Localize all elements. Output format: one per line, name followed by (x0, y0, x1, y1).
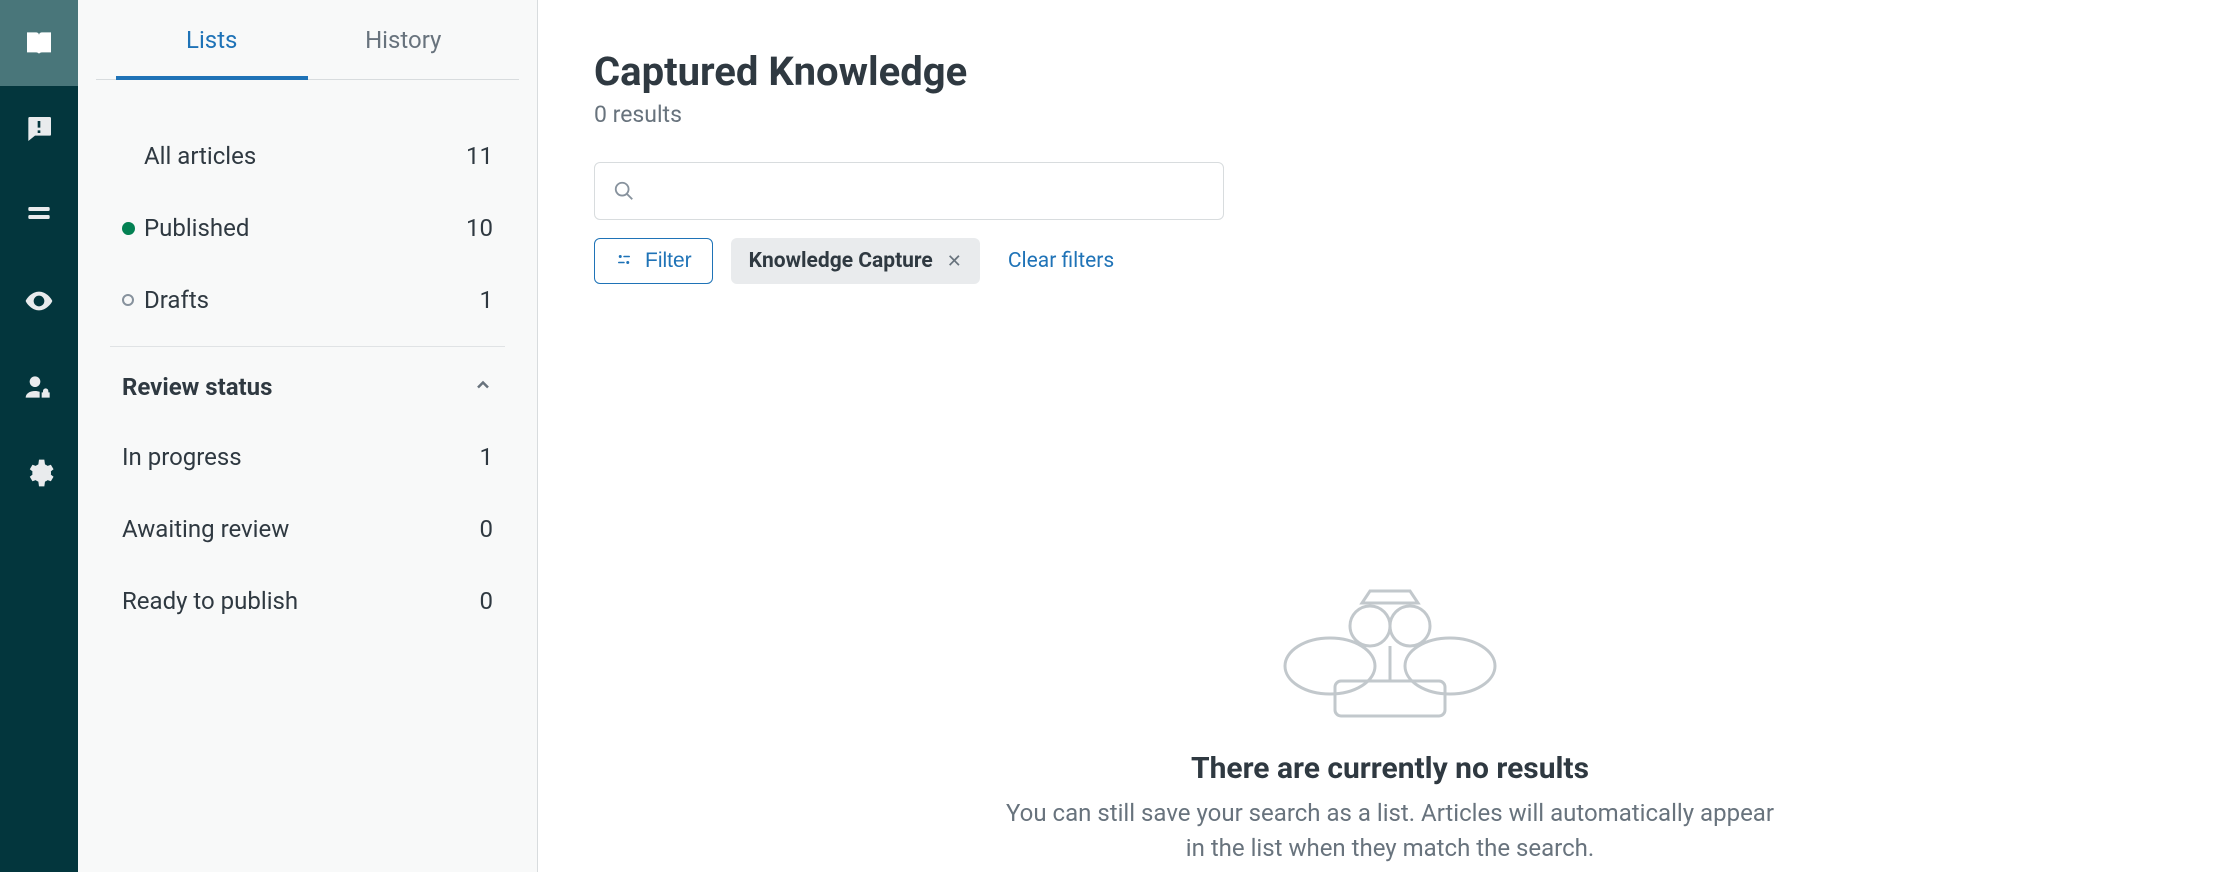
search-box[interactable] (594, 162, 1224, 220)
filter-row: Filter Knowledge Capture ✕ Clear filters (594, 238, 2184, 284)
alert-bubble-icon (23, 113, 55, 145)
rail-item-lists[interactable] (0, 172, 78, 258)
result-count: 0 results (594, 101, 2184, 128)
sidebar-item-label: Drafts (144, 286, 480, 314)
section-header-review[interactable]: Review status (108, 349, 507, 421)
sidebar-item-count: 10 (466, 214, 493, 242)
sidebar-item-all-articles[interactable]: All articles 11 (108, 120, 507, 192)
tab-history[interactable]: History (308, 0, 500, 80)
tab-lists[interactable]: Lists (116, 0, 308, 80)
sidebar-item-count: 0 (480, 515, 494, 543)
sidebar-item-label: All articles (144, 142, 466, 170)
rail-item-alerts[interactable] (0, 86, 78, 172)
status-dot-draft (122, 294, 134, 306)
rail-item-views[interactable] (0, 258, 78, 344)
sidebar-item-count: 1 (480, 443, 494, 471)
gear-icon (23, 457, 55, 489)
user-lock-icon (23, 371, 55, 403)
chip-remove-icon[interactable]: ✕ (947, 251, 962, 272)
sidebar-item-label: Ready to publish (122, 587, 480, 615)
sidebar: Lists History All articles 11 Published … (78, 0, 538, 872)
empty-title: There are currently no results (1191, 751, 1589, 786)
search-icon (613, 180, 635, 202)
nav-rail (0, 0, 78, 872)
section-header-label: Review status (122, 373, 473, 401)
clear-filters-link[interactable]: Clear filters (1008, 249, 1114, 273)
empty-state: There are currently no results You can s… (540, 581, 2240, 872)
sidebar-item-count: 0 (480, 587, 494, 615)
sidebar-item-label: Awaiting review (122, 515, 480, 543)
sidebar-item-count: 1 (480, 286, 494, 314)
lines-icon (23, 199, 55, 231)
sidebar-item-ready-publish[interactable]: Ready to publish 0 (108, 565, 507, 637)
filter-button-label: Filter (645, 249, 692, 273)
divider (110, 346, 505, 347)
main-content: Captured Knowledge 0 results Filter Know… (538, 0, 2240, 872)
search-input[interactable] (649, 180, 1205, 203)
sidebar-item-published[interactable]: Published 10 (108, 192, 507, 264)
sidebar-item-drafts[interactable]: Drafts 1 (108, 264, 507, 336)
sidebar-item-label: Published (144, 214, 466, 242)
empty-body: You can still save your search as a list… (1000, 796, 1780, 866)
rail-item-permissions[interactable] (0, 344, 78, 430)
sidebar-item-in-progress[interactable]: In progress 1 (108, 421, 507, 493)
chevron-up-icon (473, 373, 493, 401)
sidebar-tabs: Lists History (96, 0, 519, 80)
sidebar-item-count: 11 (466, 142, 493, 170)
rail-item-settings[interactable] (0, 430, 78, 516)
book-open-icon (23, 27, 55, 59)
sidebar-item-label: In progress (122, 443, 480, 471)
status-dot-published (122, 222, 135, 235)
empty-illustration-icon (1275, 581, 1505, 731)
eye-icon (23, 285, 55, 317)
rail-item-knowledge[interactable] (0, 0, 78, 86)
filter-chip-knowledge-capture[interactable]: Knowledge Capture ✕ (731, 238, 980, 284)
sidebar-item-awaiting-review[interactable]: Awaiting review 0 (108, 493, 507, 565)
page-title: Captured Knowledge (594, 48, 2184, 95)
filter-chip-label: Knowledge Capture (749, 249, 933, 273)
filter-button[interactable]: Filter (594, 238, 713, 284)
sliders-icon (615, 252, 633, 270)
